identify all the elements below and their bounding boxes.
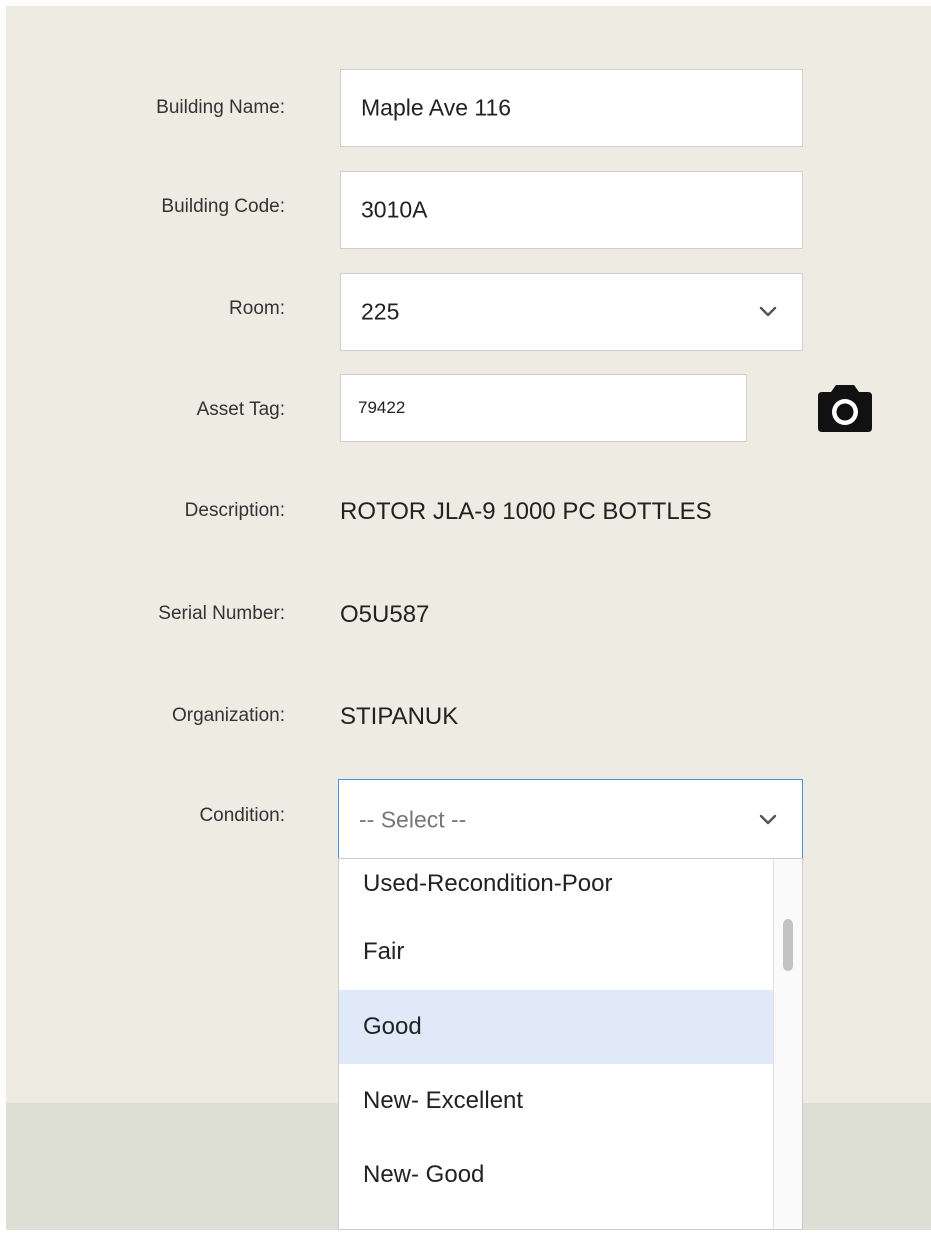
condition-label: Condition: <box>199 805 285 826</box>
condition-option-fair[interactable]: Fair <box>339 915 774 989</box>
organization-label: Organization: <box>171 705 285 726</box>
building-name-value: Maple Ave 116 <box>361 94 512 121</box>
description-label: Description: <box>184 500 285 521</box>
asset-tag-label: Asset Tag: <box>196 399 285 420</box>
building-name-label: Building Name: <box>156 97 285 118</box>
condition-dropdown-list[interactable]: Used-Recondition-Poor Fair Good New- Exc… <box>338 858 803 1230</box>
condition-option-used-recondition-poor[interactable]: Used-Recondition-Poor <box>339 859 774 921</box>
room-value: 225 <box>361 298 400 325</box>
room-select[interactable]: 225 <box>340 273 803 351</box>
condition-option-new-good[interactable]: New- Good <box>339 1138 774 1212</box>
building-name-field[interactable]: Maple Ave 116 <box>340 69 803 147</box>
building-code-label: Building Code: <box>161 196 285 217</box>
condition-select[interactable]: -- Select -- <box>338 779 803 859</box>
condition-option-good[interactable]: Good <box>339 990 774 1064</box>
condition-option-new-excellent[interactable]: New- Excellent <box>339 1064 774 1138</box>
dropdown-scrollbar[interactable] <box>773 859 802 1229</box>
building-code-value: 3010A <box>361 196 428 223</box>
description-value: ROTOR JLA-9 1000 PC BOTTLES <box>340 498 712 525</box>
building-code-field[interactable]: 3010A <box>340 171 803 249</box>
room-label: Room: <box>229 298 285 319</box>
condition-placeholder: -- Select -- <box>359 806 467 832</box>
asset-tag-value: 79422 <box>358 398 406 417</box>
chevron-down-icon <box>759 814 777 824</box>
organization-value: STIPANUK <box>340 703 459 730</box>
serial-number-label: Serial Number: <box>158 603 285 624</box>
serial-number-value: O5U587 <box>340 601 430 628</box>
chevron-down-icon <box>759 306 777 317</box>
asset-form-panel: Building Name: Maple Ave 116 Building Co… <box>6 6 931 1230</box>
scrollbar-thumb[interactable] <box>783 919 793 971</box>
camera-icon[interactable] <box>816 380 874 434</box>
asset-tag-input[interactable]: 79422 <box>340 374 747 442</box>
